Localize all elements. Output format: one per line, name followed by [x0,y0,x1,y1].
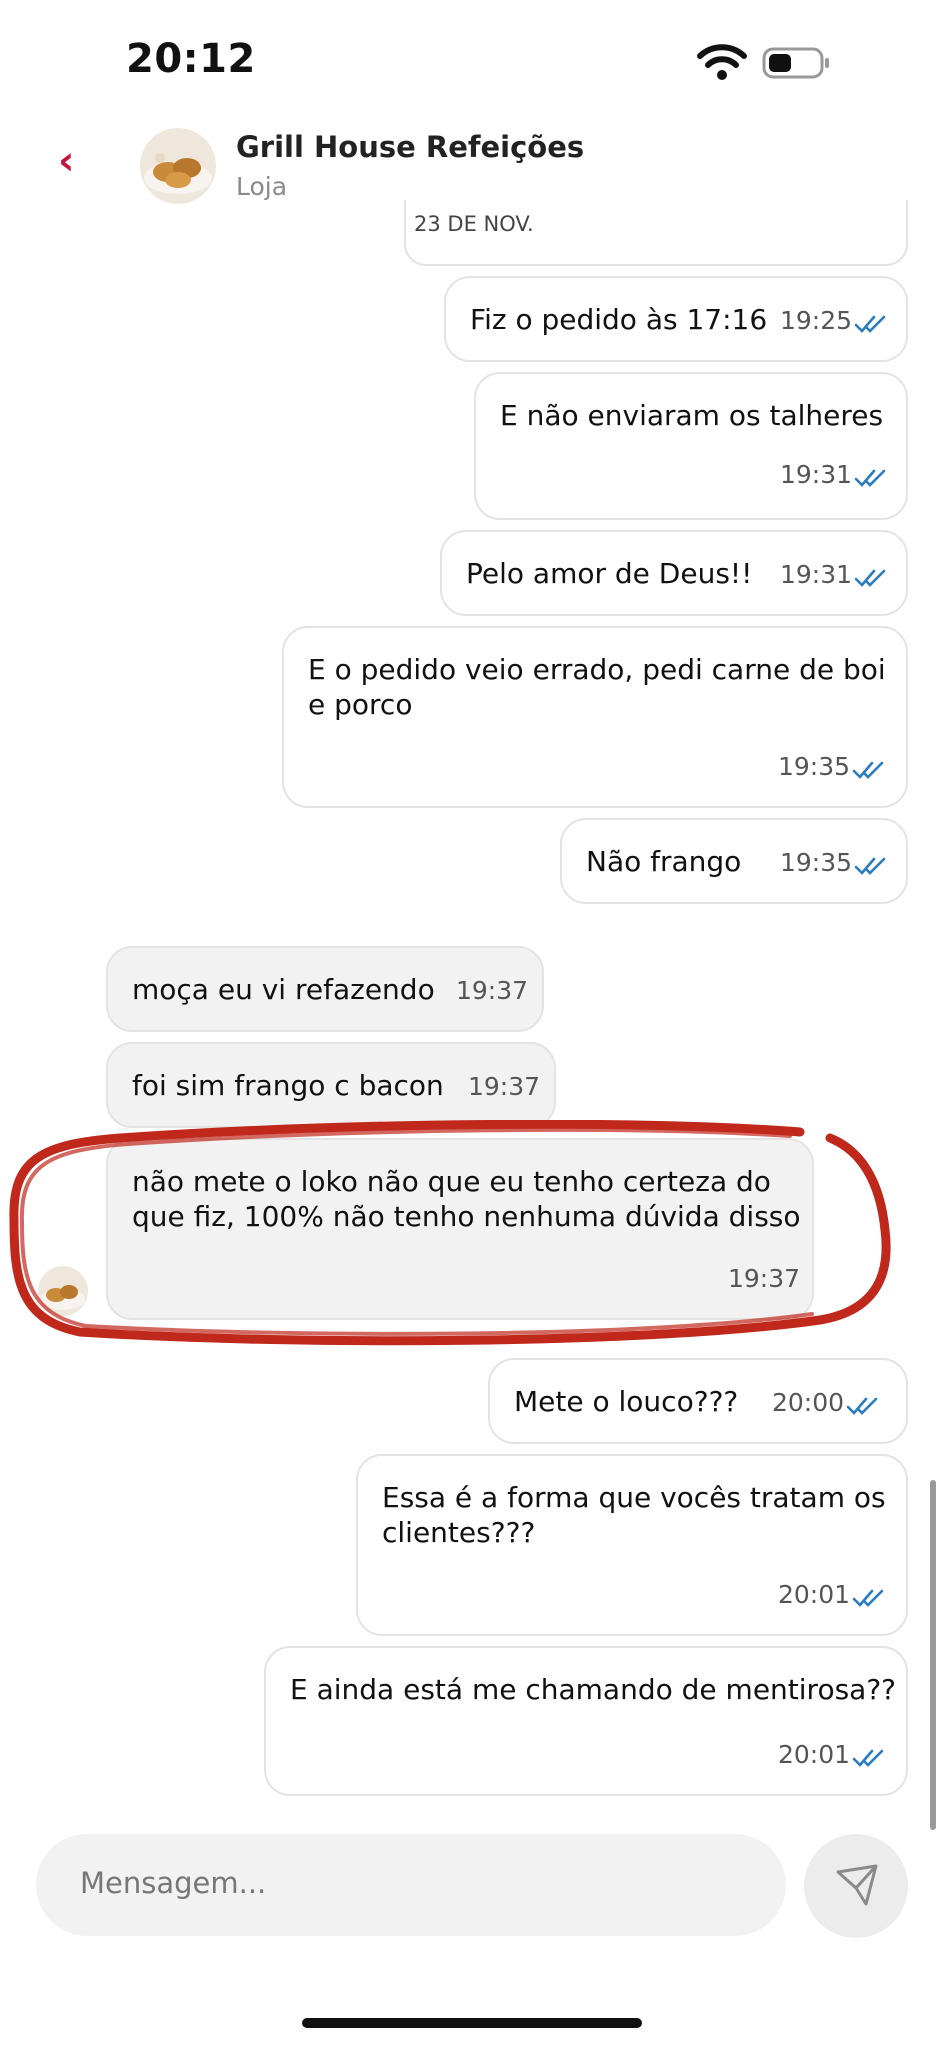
message-time: 19:37 [468,1072,541,1101]
date-separator-label: 23 DE NOV. [414,212,534,236]
wifi-icon [697,44,747,80]
annotation-circle [9,1120,891,1346]
message-text-line: E ainda está me chamando de mentirosa?? [290,1673,897,1706]
message-time: 19:37 [456,976,529,1005]
message-text-line: e porco [308,688,413,721]
back-button[interactable]: ‹ [58,138,74,184]
message-text-line: E o pedido veio errado, pedi carne de bo… [308,653,886,686]
message-time: 20:01 [778,1740,851,1769]
message-time: 19:35 [780,848,853,877]
battery-icon [762,47,829,79]
message-time: 19:25 [780,306,853,335]
double-check-icon [854,315,886,333]
message-time: 19:31 [780,460,853,489]
message-text: Pelo amor de Deus!! [466,556,752,591]
outgoing-message[interactable]: Não frango 19:35 [560,818,908,904]
message-text: E ainda está me chamando de mentirosa?? [290,1672,896,1707]
message-text-line: Fiz o pedido às 17:16 [470,303,768,336]
status-time: 20:12 [126,36,256,82]
double-check-icon [854,857,886,875]
double-check-icon [852,761,884,779]
message-text-line: Essa é a forma que vocês tratam os [382,1481,886,1514]
message-text: E o pedido veio errado, pedi carne de bo… [308,652,886,722]
outgoing-message[interactable]: E não enviaram os talheres 19:31 [474,372,908,520]
scrollbar[interactable] [930,1480,936,1830]
store-type-label: Loja [236,172,288,201]
message-text: moça eu vi refazendo [132,972,435,1007]
outgoing-message[interactable]: Fiz o pedido às 17:16 19:25 [444,276,908,362]
message-input-placeholder: Mensagem... [80,1866,267,1900]
message-text-line: Pelo amor de Deus!! [466,557,753,590]
message-text-line: E não enviaram os talheres [500,399,884,432]
message-text-line: Não frango [586,845,742,878]
message-time: 20:01 [778,1580,851,1609]
double-check-icon [846,1397,878,1415]
message-text-line: clientes??? [382,1516,536,1549]
store-name: Grill House Refeições [236,130,585,164]
outgoing-message[interactable]: Pelo amor de Deus!! 19:31 [440,530,908,616]
send-icon [836,1864,878,1906]
send-button[interactable] [804,1834,908,1938]
double-check-icon [854,469,886,487]
message-text: Fiz o pedido às 17:16 [470,302,767,337]
message-time: 19:35 [778,752,851,781]
incoming-message[interactable]: foi sim frango c bacon 19:37 [106,1042,556,1128]
outgoing-message[interactable]: E o pedido veio errado, pedi carne de bo… [282,626,908,808]
outgoing-message[interactable]: Mete o louco??? 20:00 [488,1358,908,1444]
double-check-icon [852,1749,884,1767]
message-text: Não frango [586,844,741,879]
message-time: 20:00 [772,1388,845,1417]
incoming-message[interactable]: moça eu vi refazendo 19:37 [106,946,544,1032]
message-text-line: foi sim frango c bacon [132,1069,444,1102]
double-check-icon [852,1589,884,1607]
message-time: 19:31 [780,560,853,589]
message-text-line: moça eu vi refazendo [132,973,435,1006]
message-text: foi sim frango c bacon [132,1068,444,1103]
outgoing-message[interactable]: Essa é a forma que vocês tratam os client… [356,1454,908,1636]
home-indicator [302,2018,642,2028]
message-text: Essa é a forma que vocês tratam os client… [382,1480,886,1550]
message-text-line: Mete o louco??? [514,1385,739,1418]
message-text: Mete o louco??? [514,1384,738,1419]
message-text: E não enviaram os talheres [500,398,883,433]
store-avatar[interactable] [140,128,216,204]
outgoing-message[interactable]: E ainda está me chamando de mentirosa?? 2… [264,1646,908,1796]
double-check-icon [854,569,886,587]
